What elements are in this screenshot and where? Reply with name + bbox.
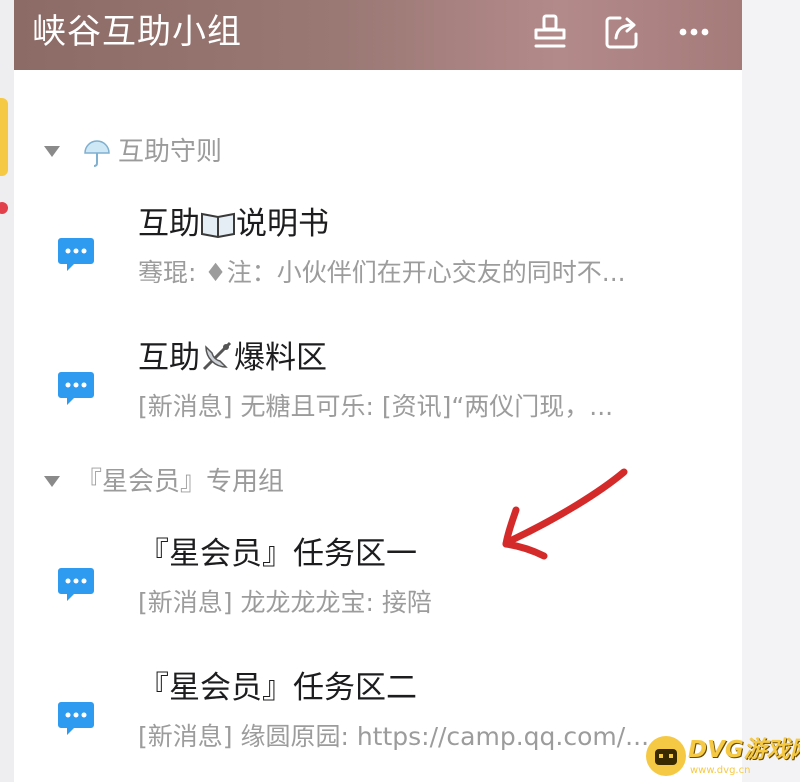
watermark-logo-icon: [646, 736, 686, 776]
channel-preview: [新消息] 无糖且可乐: [资讯]“两仪门现，...: [138, 392, 614, 421]
channel-preview: [新消息] 缘圆原园: https://camp.qq.com/...: [138, 722, 650, 751]
channel-preview: [新消息] 龙龙龙龙宝: 接陪: [138, 588, 432, 617]
left-sidebar-active-tab[interactable]: [0, 98, 8, 176]
channel-title-part: 说明书: [236, 206, 329, 242]
group-label: 『星会员』专用组: [76, 467, 285, 497]
channel-title: 『星会员』任务区二: [138, 670, 417, 706]
channel-item[interactable]: 『星会员』任务区二 [新消息] 缘圆原园: https://camp.qq.co…: [14, 660, 742, 780]
channel-item[interactable]: 互助 爆料区 [新消息] 无糖且可乐: [资讯]“两仪门现，...: [14, 330, 742, 450]
share-icon: [605, 16, 638, 49]
watermark-subtext: www.dvg.cn: [690, 765, 751, 776]
group-title: 峡谷互助小组: [32, 12, 242, 52]
satellite-icon: [202, 341, 232, 371]
channel-title: 『星会员』任务区一: [138, 536, 417, 572]
channel-title-part: 互助: [138, 340, 200, 376]
annotation-arrow-icon: [502, 468, 628, 560]
channel-title: 互助 说明书: [138, 202, 329, 246]
collapse-caret-icon[interactable]: [44, 146, 60, 157]
watermark-text: DVG游戏网: [688, 737, 800, 763]
group-section-rules[interactable]: 互助守则: [14, 130, 742, 174]
book-icon: [201, 212, 235, 239]
collapse-caret-icon[interactable]: [44, 476, 60, 487]
stamp-icon: [534, 14, 566, 48]
channel-title: 互助 爆料区: [138, 336, 327, 380]
umbrella-icon: [84, 140, 110, 167]
chat-bubble-icon: [58, 238, 94, 271]
share-button[interactable]: [598, 8, 646, 56]
channel-title-part: 爆料区: [234, 340, 327, 376]
more-button[interactable]: [670, 8, 718, 56]
channel-title-part: 互助: [138, 206, 200, 242]
chat-bubble-icon: [58, 568, 94, 601]
site-watermark: DVG游戏网 www.dvg.cn: [646, 732, 800, 782]
group-label: 互助守则: [118, 137, 223, 167]
stamp-button[interactable]: [526, 8, 574, 56]
more-icon: [679, 28, 709, 36]
group-header: 峡谷互助小组: [14, 0, 742, 70]
channel-item[interactable]: 互助 说明书 骞琨: ♦注：小伙伴们在开心交友的同时不...: [14, 196, 742, 316]
right-background: [742, 0, 800, 782]
channel-preview: 骞琨: ♦注：小伙伴们在开心交友的同时不...: [138, 258, 626, 287]
chat-bubble-icon: [58, 372, 94, 405]
channel-panel: 峡谷互助小组 互助守则 互助 说明书 骞琨: ♦注：小伙伴们在开心交友的同时不.…: [14, 0, 742, 782]
chat-bubble-icon: [58, 702, 94, 735]
